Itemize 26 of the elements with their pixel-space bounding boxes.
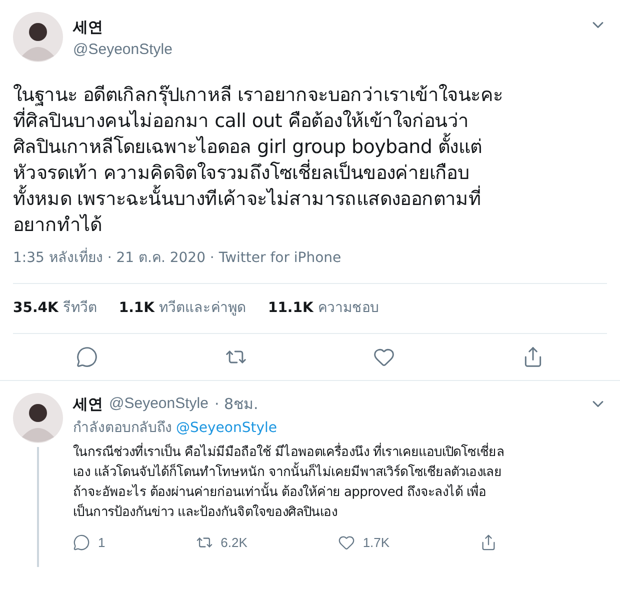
- retweet-button[interactable]: 6.2K: [196, 532, 248, 552]
- tweet-text: ในฐานะ อดีตเกิลกรุ๊ปเกาหลี เราอยากจะบอกว่าเราเข้าใจนะคะ ที่ศิลปินบางคนไม่ออกมา call out คือต้องให้เข้าใจก่อนว่า ศิลปินเกาหลีโดยเฉพาะไอดอล girl group boyband ตั้งแต่ หัวจรดเท้า ความคิดจิตใจรวมถึงโซเชี่ยลเป็นของค่ายเกือบ ทั้งหมด เพราะฉะนั้นบางทีเค้าจะไม่สามารถแสดงออกตามที่ อยากทำได้: [13, 83, 504, 238]
- stat-link[interactable]: 35.4K รีทวีต: [13, 298, 97, 319]
- reply-text: ในกรณีช่วงที่เราเป็น คือไม่มีมือถือใช้ มีไอพอตเครื่องนึง ที่เราเคยแอบเปิดโซเชี่ยล เอง แล้วโดนจับได้ก็โดนทำโทษหนัก จากนั้นก็ไม่เคยมีพาสเวิร์ดโซเชียลตัวเองเลย ถ้าจะอัพอะไร ต้องผ่านค่ายก่อนเท่านั้น ต้องให้ค่าย approved ถึงจะลงได้ เพื่อ เป็นการป้องกันข่าว และป้องกันจิตใจของศิลปินเอง: [73, 442, 506, 522]
- reply-icon: [73, 534, 90, 551]
- stat-link[interactable]: 11.1K ความชอบ: [268, 298, 379, 319]
- handle: @SeyeonStyle: [109, 394, 208, 414]
- reply-icon: [76, 346, 98, 368]
- like-icon: [373, 346, 396, 368]
- display-name: 세연: [73, 394, 103, 415]
- stat-link[interactable]: 1.1K ทวีตและค่าพูด: [118, 298, 246, 319]
- like-button[interactable]: [373, 346, 396, 368]
- like-icon: [338, 534, 355, 551]
- avatar[interactable]: [13, 393, 63, 443]
- reply-button[interactable]: 1: [73, 532, 106, 552]
- like-button[interactable]: 1.7K: [338, 532, 390, 552]
- avatar[interactable]: [13, 12, 63, 62]
- share-button[interactable]: [480, 532, 497, 552]
- reply-button[interactable]: [76, 346, 98, 368]
- handle: @SeyeonStyle: [73, 40, 174, 60]
- timestamp: · 8ชม.: [214, 394, 258, 415]
- share-icon: [480, 534, 497, 551]
- display-name: 세연: [73, 17, 104, 38]
- replying-to-label: กำลังตอบกลับถึง: [73, 418, 172, 438]
- tweet-meta: 1:35 หลังเที่ยง · 21 ต.ค. 2020 · Twitter for iPhone: [13, 248, 607, 269]
- mention-link[interactable]: @SeyeonStyle: [176, 418, 278, 438]
